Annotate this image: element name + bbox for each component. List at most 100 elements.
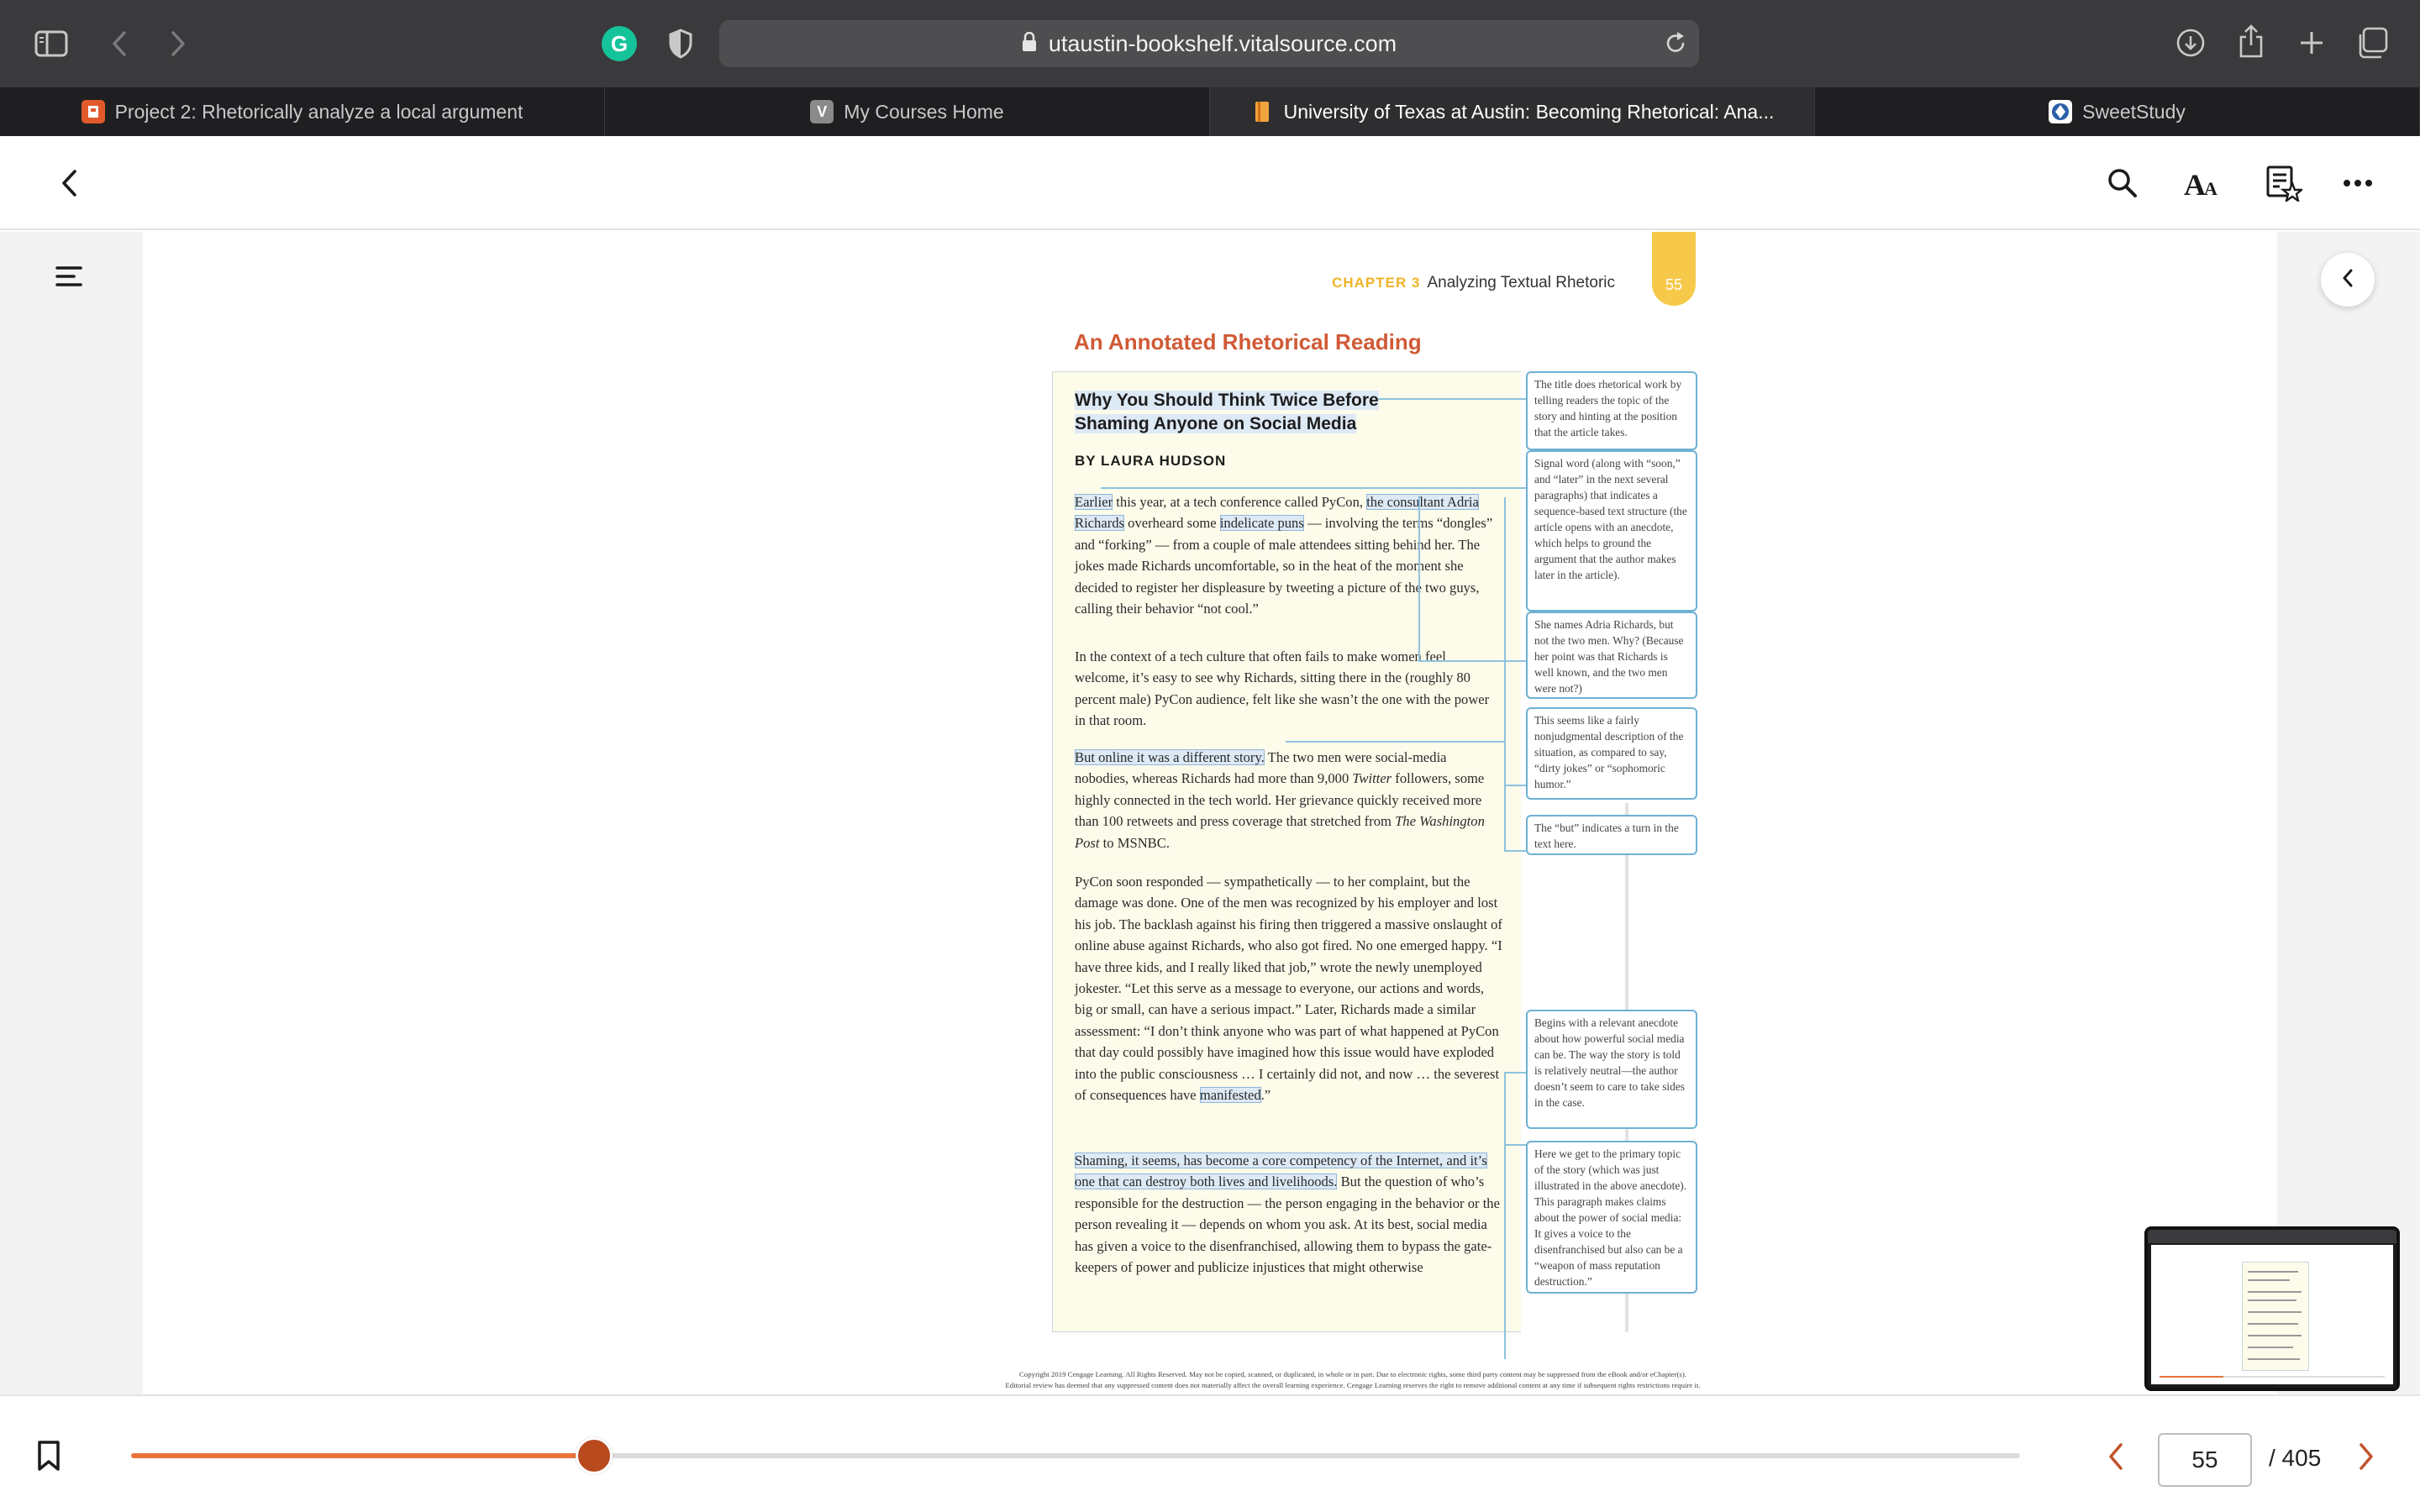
paragraph-1: Earlier this year, at a tech conference … xyxy=(1075,491,1503,619)
thumbnail-line xyxy=(2248,1311,2302,1313)
page-navigation-bar: / 405 xyxy=(0,1394,2420,1512)
annotation-connector xyxy=(1504,1357,1506,1359)
annotation-connector xyxy=(1418,660,1526,662)
url-text: utaustin-bookshelf.vitalsource.com xyxy=(1048,30,1397,56)
text: overheard some xyxy=(1124,515,1220,532)
chapter-title: Analyzing Textual Rhetoric xyxy=(1427,274,1615,291)
lock-icon xyxy=(1022,31,1037,56)
page-number-tab: 55 xyxy=(1652,232,1696,306)
thumbnail-line xyxy=(2248,1279,2290,1281)
tab-project-2[interactable]: Project 2: Rhetorically analyze a local … xyxy=(0,87,605,136)
annotation-connector xyxy=(1101,487,1526,489)
next-page-button[interactable] xyxy=(2346,1436,2386,1477)
tab-label: SweetStudy xyxy=(2082,100,2186,123)
annotation-connector xyxy=(1504,850,1526,852)
shield-icon[interactable] xyxy=(664,25,697,62)
previous-page-button[interactable] xyxy=(2096,1436,2136,1477)
thumbnail-line xyxy=(2248,1358,2300,1360)
text: to MSNBC. xyxy=(1099,834,1170,851)
chevron-left-icon xyxy=(2341,268,2354,292)
tab-sweetstudy[interactable]: SweetStudy xyxy=(1815,87,2420,136)
copyright-line: Copyright 2019 Cengage Learning. All Rig… xyxy=(1019,1370,1686,1378)
slider-fill xyxy=(131,1453,594,1458)
page-number-input[interactable] xyxy=(2158,1433,2252,1487)
thumbnail-line xyxy=(2248,1291,2302,1293)
annotation-note[interactable]: She names Adria Richards, but not the tw… xyxy=(1526,612,1697,699)
slider-thumb[interactable] xyxy=(575,1437,613,1474)
annotation-note[interactable]: This seems like a fairly nonjudgmental d… xyxy=(1526,707,1697,800)
thumbnail-line xyxy=(2248,1347,2293,1348)
annotation-connector xyxy=(1504,1144,1526,1146)
article-byline: BY LAURA HUDSON xyxy=(1075,453,1227,469)
svg-text:A: A xyxy=(2184,168,2206,198)
book-favicon-icon xyxy=(1250,100,1274,123)
annotation-note[interactable]: Signal word (along with “soon,” and “lat… xyxy=(1526,450,1697,612)
annotation-note[interactable]: The title does rhetorical work by tellin… xyxy=(1526,371,1697,450)
paragraph-4: PyCon soon responded — sympathetically —… xyxy=(1075,871,1503,1105)
highlight[interactable]: manifested xyxy=(1199,1087,1261,1104)
download-icon[interactable] xyxy=(2171,24,2210,62)
annotation-connector xyxy=(1504,1072,1526,1074)
article-title-line[interactable]: Shaming Anyone on Social Media xyxy=(1075,414,1357,433)
browser-toolbar: G utaustin-bookshelf.vitalsource.com xyxy=(0,0,2420,87)
reload-icon[interactable] xyxy=(1664,30,1687,60)
page-total: / 405 xyxy=(2269,1445,2322,1471)
text-size-icon[interactable]: AA xyxy=(2181,161,2225,205)
annotation-connector xyxy=(1286,741,1504,743)
screen: G utaustin-bookshelf.vitalsource.com Pro… xyxy=(0,0,2420,1512)
svg-text:A: A xyxy=(2204,178,2217,198)
back-icon[interactable] xyxy=(47,161,91,205)
highlight[interactable]: indelicate puns xyxy=(1219,515,1304,532)
thumbnail-toolbar xyxy=(2148,1230,2396,1243)
paragraph-3: But online it was a different story. The… xyxy=(1075,747,1503,853)
reading-box: Why You Should Think Twice Before Shamin… xyxy=(1052,371,1521,1332)
search-icon[interactable] xyxy=(2101,161,2144,205)
page-slider[interactable] xyxy=(131,1437,2020,1474)
canvas-favicon-icon xyxy=(81,100,105,123)
table-of-contents-icon[interactable] xyxy=(55,265,82,291)
more-icon[interactable] xyxy=(2336,161,2380,205)
back-icon[interactable] xyxy=(104,25,134,62)
book-page: 55 CHAPTER 3 Analyzing Textual Rhetoric A… xyxy=(1050,232,1706,1394)
tab-my-courses-home[interactable]: V My Courses Home xyxy=(605,87,1210,136)
tab-becoming-rhetorical[interactable]: University of Texas at Austin: Becoming … xyxy=(1210,87,1815,136)
address-bar[interactable]: utaustin-bookshelf.vitalsource.com xyxy=(719,20,1699,67)
reader-header: AA xyxy=(0,136,2420,230)
annotation-connector xyxy=(1504,785,1526,786)
thumbnail-page xyxy=(2242,1262,2309,1371)
collapse-panel-button[interactable] xyxy=(2321,253,2375,307)
thumbnail-body xyxy=(2151,1245,2393,1384)
new-tab-icon[interactable] xyxy=(2292,24,2331,62)
annotation-connector xyxy=(1378,398,1526,400)
bookmarks-icon[interactable] xyxy=(2262,161,2306,205)
thumbnail-line xyxy=(2248,1299,2296,1301)
thumbnail-line xyxy=(2248,1271,2298,1273)
text: .” xyxy=(1260,1087,1271,1104)
tab-overview-icon[interactable] xyxy=(2353,24,2391,62)
highlight[interactable]: Earlier xyxy=(1075,494,1113,510)
forward-icon[interactable] xyxy=(163,25,193,62)
highlight[interactable]: But online it was a different story. xyxy=(1075,749,1265,765)
sidebar-icon[interactable] xyxy=(32,25,71,62)
grammarly-icon[interactable]: G xyxy=(602,26,637,61)
vitalsource-favicon-icon: V xyxy=(810,100,834,123)
text: this year, at a tech conference called P… xyxy=(1113,494,1367,510)
annotation-note[interactable]: The “but” indicates a turn in the text h… xyxy=(1526,815,1697,855)
copyright-notice: Copyright 2019 Cengage Learning. All Rig… xyxy=(975,1369,1731,1391)
page-area: 55 CHAPTER 3 Analyzing Textual Rhetoric A… xyxy=(143,232,2277,1394)
thumbnail-progress xyxy=(2160,1376,2385,1378)
annotation-connector xyxy=(1504,741,1506,850)
running-head: CHAPTER 3 Analyzing Textual Rhetoric xyxy=(1332,274,1615,292)
tab-label: University of Texas at Austin: Becoming … xyxy=(1283,100,1775,123)
article-title-line[interactable]: Why You Should Think Twice Before xyxy=(1075,391,1379,410)
annotation-connector xyxy=(1418,496,1420,660)
chapter-label: CHAPTER 3 xyxy=(1332,275,1421,291)
page-thumbnail-preview[interactable] xyxy=(2144,1226,2400,1391)
bookmark-icon[interactable] xyxy=(37,1440,60,1476)
italic-text: Twitter xyxy=(1352,770,1392,787)
annotation-note[interactable]: Here we get to the primary topic of the … xyxy=(1526,1141,1697,1294)
section-title: An Annotated Rhetorical Reading xyxy=(1074,329,1422,354)
share-icon[interactable] xyxy=(2232,20,2270,62)
thumbnail-line xyxy=(2248,1323,2298,1325)
annotation-note[interactable]: Begins with a relevant anecdote about ho… xyxy=(1526,1010,1697,1129)
